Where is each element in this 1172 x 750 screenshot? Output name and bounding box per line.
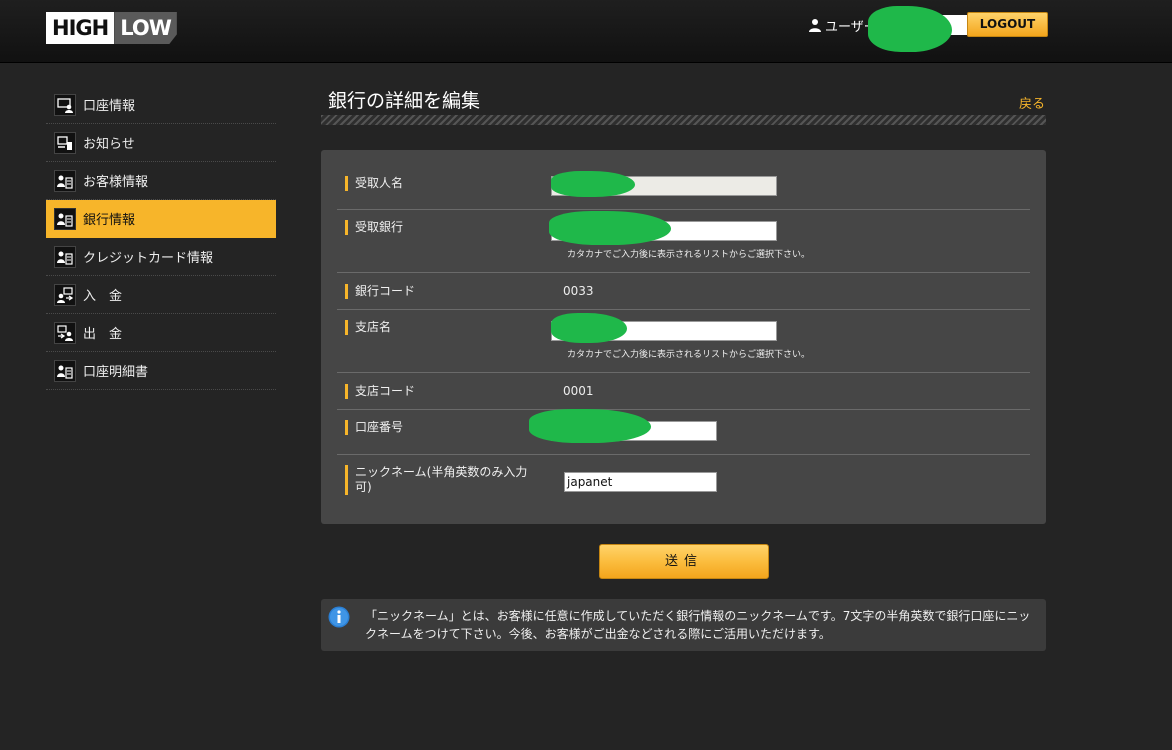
sidebar-item-deposit[interactable]: 入 金: [46, 276, 276, 314]
recipient-name-label: 受取人名: [345, 176, 403, 191]
notice-icon: [54, 131, 76, 154]
sidebar-item-label: 口座明細書: [83, 365, 149, 380]
sidebar-item-label: 口座情報: [83, 99, 136, 114]
sidebar-item-label: 銀行情報: [83, 213, 136, 228]
bank-code-value: 0033: [563, 284, 594, 298]
account-icon: [54, 93, 76, 116]
form-row-recipient-bank: 受取銀行 カタカナでご入力後に表示されるリストからご選択下さい。: [337, 209, 1030, 273]
logo-high-text: HIGH: [46, 12, 115, 44]
logo-low-text: LOW: [114, 12, 177, 44]
redaction-mark: [868, 6, 952, 52]
branch-name-hint: カタカナでご入力後に表示されるリストからご選択下さい。: [567, 350, 811, 360]
back-link[interactable]: 戻る: [1019, 93, 1045, 112]
submit-button[interactable]: 送信: [599, 544, 769, 579]
recipient-bank-label: 受取銀行: [345, 220, 403, 235]
sidebar-item-label: クレジットカード情報: [83, 251, 214, 266]
info-icon: [328, 606, 350, 628]
form-row-account-number: 口座番号: [337, 409, 1030, 455]
recipient-bank-hint: カタカナでご入力後に表示されるリストからご選択下さい。: [567, 250, 811, 260]
sidebar-item-withdraw[interactable]: 出 金: [46, 314, 276, 352]
form-row-recipient-name: 受取人名: [337, 166, 1030, 210]
nickname-input[interactable]: japanet: [564, 472, 717, 492]
form-row-branch-name: 支店名 カタカナでご入力後に表示されるリストからご選択下さい。: [337, 309, 1030, 373]
bank-form-panel: 受取人名 受取銀行 カタカナでご入力後に表示されるリストからご選択下さい。 銀行…: [321, 150, 1046, 524]
bank-icon: [54, 207, 76, 230]
withdraw-icon: [54, 321, 76, 344]
customer-icon: [54, 169, 76, 192]
sidebar-item-customer-info[interactable]: お客様情報: [46, 162, 276, 200]
credit-card-icon: [54, 245, 76, 268]
form-row-branch-code: 支店コード 0001: [337, 372, 1030, 410]
nickname-label: ニックネーム(半角英数のみ入力 可): [345, 465, 551, 495]
title-divider: [321, 115, 1046, 125]
redaction-mark: [551, 171, 635, 197]
highlow-logo[interactable]: HIGH LOW: [46, 12, 177, 44]
form-row-nickname: ニックネーム(半角英数のみ入力 可) japanet: [337, 454, 1030, 514]
nickname-info-box: 「ニックネーム」とは、お客様に任意に作成していただく銀行情報のニックネームです。…: [321, 599, 1046, 651]
sidebar-item-label: 入 金: [83, 289, 123, 304]
sidebar-item-label: お客様情報: [83, 175, 149, 190]
branch-code-label: 支店コード: [345, 384, 415, 399]
sidebar-item-notice[interactable]: お知らせ: [46, 124, 276, 162]
nickname-label-line1: ニックネーム(半角英数のみ入力: [355, 465, 528, 479]
deposit-icon: [54, 283, 76, 306]
sidebar-item-account-info[interactable]: 口座情報: [46, 86, 276, 124]
statement-icon: [54, 359, 76, 382]
sidebar-item-credit-card[interactable]: クレジットカード情報: [46, 238, 276, 276]
redaction-mark: [529, 409, 651, 443]
sidebar-item-bank-info[interactable]: 銀行情報: [46, 200, 276, 238]
top-header: HIGH LOW ユーザーID LOGOUT: [0, 0, 1172, 63]
nickname-label-line2: 可): [355, 480, 372, 494]
redaction-mark: [551, 313, 627, 343]
sidebar-item-label: 出 金: [83, 327, 123, 342]
page-title: 銀行の詳細を編集: [328, 90, 481, 112]
branch-code-value: 0001: [563, 384, 594, 398]
branch-name-label: 支店名: [345, 320, 391, 335]
user-icon: [809, 19, 821, 32]
form-row-bank-code: 銀行コード 0033: [337, 272, 1030, 310]
bank-code-label: 銀行コード: [345, 284, 415, 299]
nickname-info-text: 「ニックネーム」とは、お客様に任意に作成していただく銀行情報のニックネームです。…: [365, 609, 1031, 641]
logout-button[interactable]: LOGOUT: [967, 12, 1048, 37]
sidebar-nav: 口座情報 お知らせ お客様情報 銀行情報 クレジットカード情報 入 金 出 金 …: [46, 86, 276, 390]
sidebar-item-label: お知らせ: [83, 137, 135, 152]
sidebar-item-statement[interactable]: 口座明細書: [46, 352, 276, 390]
account-number-label: 口座番号: [345, 420, 403, 435]
redaction-mark: [549, 211, 671, 245]
